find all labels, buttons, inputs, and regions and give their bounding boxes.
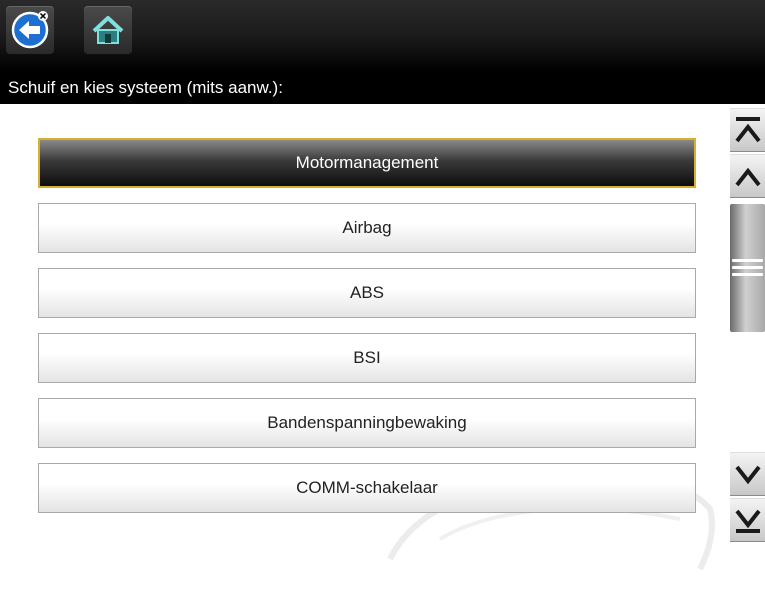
scroll-thumb[interactable] [730, 204, 765, 332]
system-item-airbag[interactable]: Airbag [38, 203, 696, 253]
system-item-comm-schakelaar[interactable]: COMM-schakelaar [38, 463, 696, 513]
toolbar [0, 0, 765, 72]
scroll-down-button[interactable] [730, 452, 765, 496]
grip-line [732, 259, 763, 262]
system-item-bsi[interactable]: BSI [38, 333, 696, 383]
scroll-bottom-button[interactable] [730, 498, 765, 542]
home-icon [92, 16, 124, 44]
grip-line [732, 266, 763, 269]
page-title: Schuif en kies systeem (mits aanw.): [0, 72, 765, 104]
scroll-top-button[interactable] [730, 108, 765, 152]
scroll-up-icon [735, 167, 761, 187]
system-item-abs[interactable]: ABS [38, 268, 696, 318]
vehicle-watermark [387, 473, 715, 571]
home-button[interactable] [84, 6, 132, 54]
system-item-bandenspanningbewaking[interactable]: Bandenspanningbewaking [38, 398, 696, 448]
system-item-motormanagement[interactable]: Motormanagement [38, 138, 696, 188]
system-list: Motormanagement Airbag ABS BSI Bandenspa… [0, 104, 730, 571]
grip-line [732, 273, 763, 276]
back-button[interactable] [6, 6, 54, 54]
scroll-bottom-icon [735, 509, 761, 533]
back-arrow-icon [11, 11, 49, 49]
scrollbar[interactable] [730, 104, 765, 542]
scroll-down-icon [735, 465, 761, 485]
scroll-top-icon [735, 117, 761, 143]
scroll-up-button[interactable] [730, 154, 765, 198]
